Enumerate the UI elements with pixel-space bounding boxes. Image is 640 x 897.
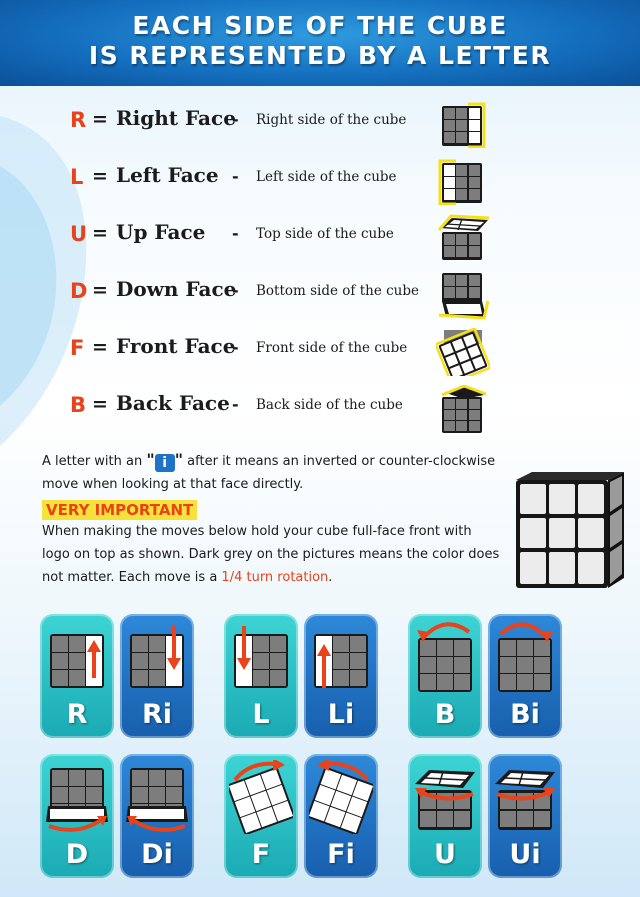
face-name: Back Face — [116, 391, 230, 415]
dash: - — [232, 110, 239, 129]
equals-sign: = — [92, 222, 108, 244]
face-name: Left Face — [116, 163, 219, 187]
face-description: Right side of the cube — [256, 112, 407, 128]
move-label: D — [65, 839, 89, 870]
bi-move-icon — [498, 622, 553, 692]
down-face-cube-icon — [438, 273, 490, 319]
move-label: R — [66, 699, 88, 730]
face-letter: R — [70, 108, 87, 132]
important-instructions: When making the moves below hold your cu… — [42, 520, 502, 589]
important-end: . — [328, 570, 333, 585]
li-move-icon — [314, 634, 368, 688]
move-card-r: R — [40, 614, 114, 738]
r-move-icon — [50, 634, 104, 688]
face-row-right: R = Right Face - Right side of the cube — [0, 98, 640, 148]
quarter-turn-highlight: 1/4 turn rotation — [221, 570, 329, 585]
right-face-cube-icon — [442, 102, 486, 148]
face-row-back: B = Back Face - Back side of the cube — [0, 383, 640, 433]
face-description: Top side of the cube — [256, 226, 394, 242]
b-move-icon — [417, 622, 472, 692]
ri-move-icon — [130, 626, 184, 688]
dash: - — [232, 395, 239, 414]
quote-close: " — [174, 450, 184, 469]
dash: - — [232, 281, 239, 300]
di-move-icon — [126, 768, 188, 832]
dash: - — [232, 338, 239, 357]
face-description: Front side of the cube — [256, 340, 408, 356]
move-label: Fi — [327, 839, 355, 870]
move-label: B — [434, 699, 456, 730]
quote-open: " — [146, 450, 155, 469]
page-header: EACH SIDE OF THE CUBE IS REPRESENTED BY … — [0, 0, 640, 86]
inverted-i-badge: i — [154, 454, 175, 472]
move-label: L — [252, 699, 270, 730]
face-letter: L — [70, 165, 84, 189]
face-description: Back side of the cube — [256, 397, 403, 413]
move-card-b: B — [408, 614, 482, 738]
inverted-move-note: A letter with an " i " after it means an i… — [42, 448, 502, 496]
move-card-li: Li — [304, 614, 378, 738]
move-card-u: U — [408, 754, 482, 878]
up-face-cube-icon — [437, 214, 490, 260]
fi-move-icon — [309, 760, 373, 834]
equals-sign: = — [92, 108, 108, 130]
reference-cube-image — [516, 472, 624, 588]
back-face-cube-icon — [441, 385, 487, 433]
title-line-2: IS REPRESENTED BY A LETTER — [88, 41, 552, 70]
front-face-cube-icon — [436, 328, 490, 376]
f-move-icon — [229, 760, 293, 834]
face-name: Right Face — [116, 106, 236, 130]
move-card-f: F — [224, 754, 298, 878]
face-row-down: D = Down Face - Bottom side of the cube — [0, 269, 640, 319]
face-letter: D — [70, 279, 88, 303]
face-letter: B — [70, 393, 87, 417]
title-line-1: EACH SIDE OF THE CUBE — [132, 11, 508, 40]
left-face-cube-icon — [438, 159, 482, 205]
move-card-di: Di — [120, 754, 194, 878]
move-label: Di — [141, 839, 173, 870]
move-label: Bi — [510, 699, 540, 730]
move-card-fi: Fi — [304, 754, 378, 878]
equals-sign: = — [92, 279, 108, 301]
move-label: Ui — [509, 839, 541, 870]
move-card-ri: Ri — [120, 614, 194, 738]
move-label: F — [251, 839, 271, 870]
equals-sign: = — [92, 336, 108, 358]
face-row-left: L = Left Face - Left side of the cube — [0, 155, 640, 205]
move-card-l: L — [224, 614, 298, 738]
move-card-d: D — [40, 754, 114, 878]
face-letter: U — [70, 222, 88, 246]
dash: - — [232, 224, 239, 243]
equals-sign: = — [92, 165, 108, 187]
d-move-icon — [46, 768, 108, 832]
move-card-bi: Bi — [488, 614, 562, 738]
move-card-ui: Ui — [488, 754, 562, 878]
face-row-up: U = Up Face - Top side of the cube — [0, 212, 640, 260]
move-label: U — [434, 839, 456, 870]
face-description: Left side of the cube — [256, 169, 397, 185]
move-label: Li — [327, 699, 355, 730]
face-description: Bottom side of the cube — [256, 283, 419, 299]
ui-move-icon — [495, 770, 555, 830]
face-letter: F — [70, 336, 85, 360]
face-name: Front Face — [116, 334, 236, 358]
very-important-label: VERY IMPORTANT — [42, 500, 198, 520]
l-move-icon — [234, 626, 288, 688]
u-move-icon — [415, 770, 475, 830]
face-row-front: F = Front Face - Front side of the cube — [0, 326, 640, 376]
face-name: Down Face — [116, 277, 237, 301]
face-name: Up Face — [116, 220, 206, 244]
dash: - — [232, 167, 239, 186]
note-text-1: A letter with an — [42, 454, 147, 469]
equals-sign: = — [92, 393, 108, 415]
move-label: Ri — [141, 699, 173, 730]
